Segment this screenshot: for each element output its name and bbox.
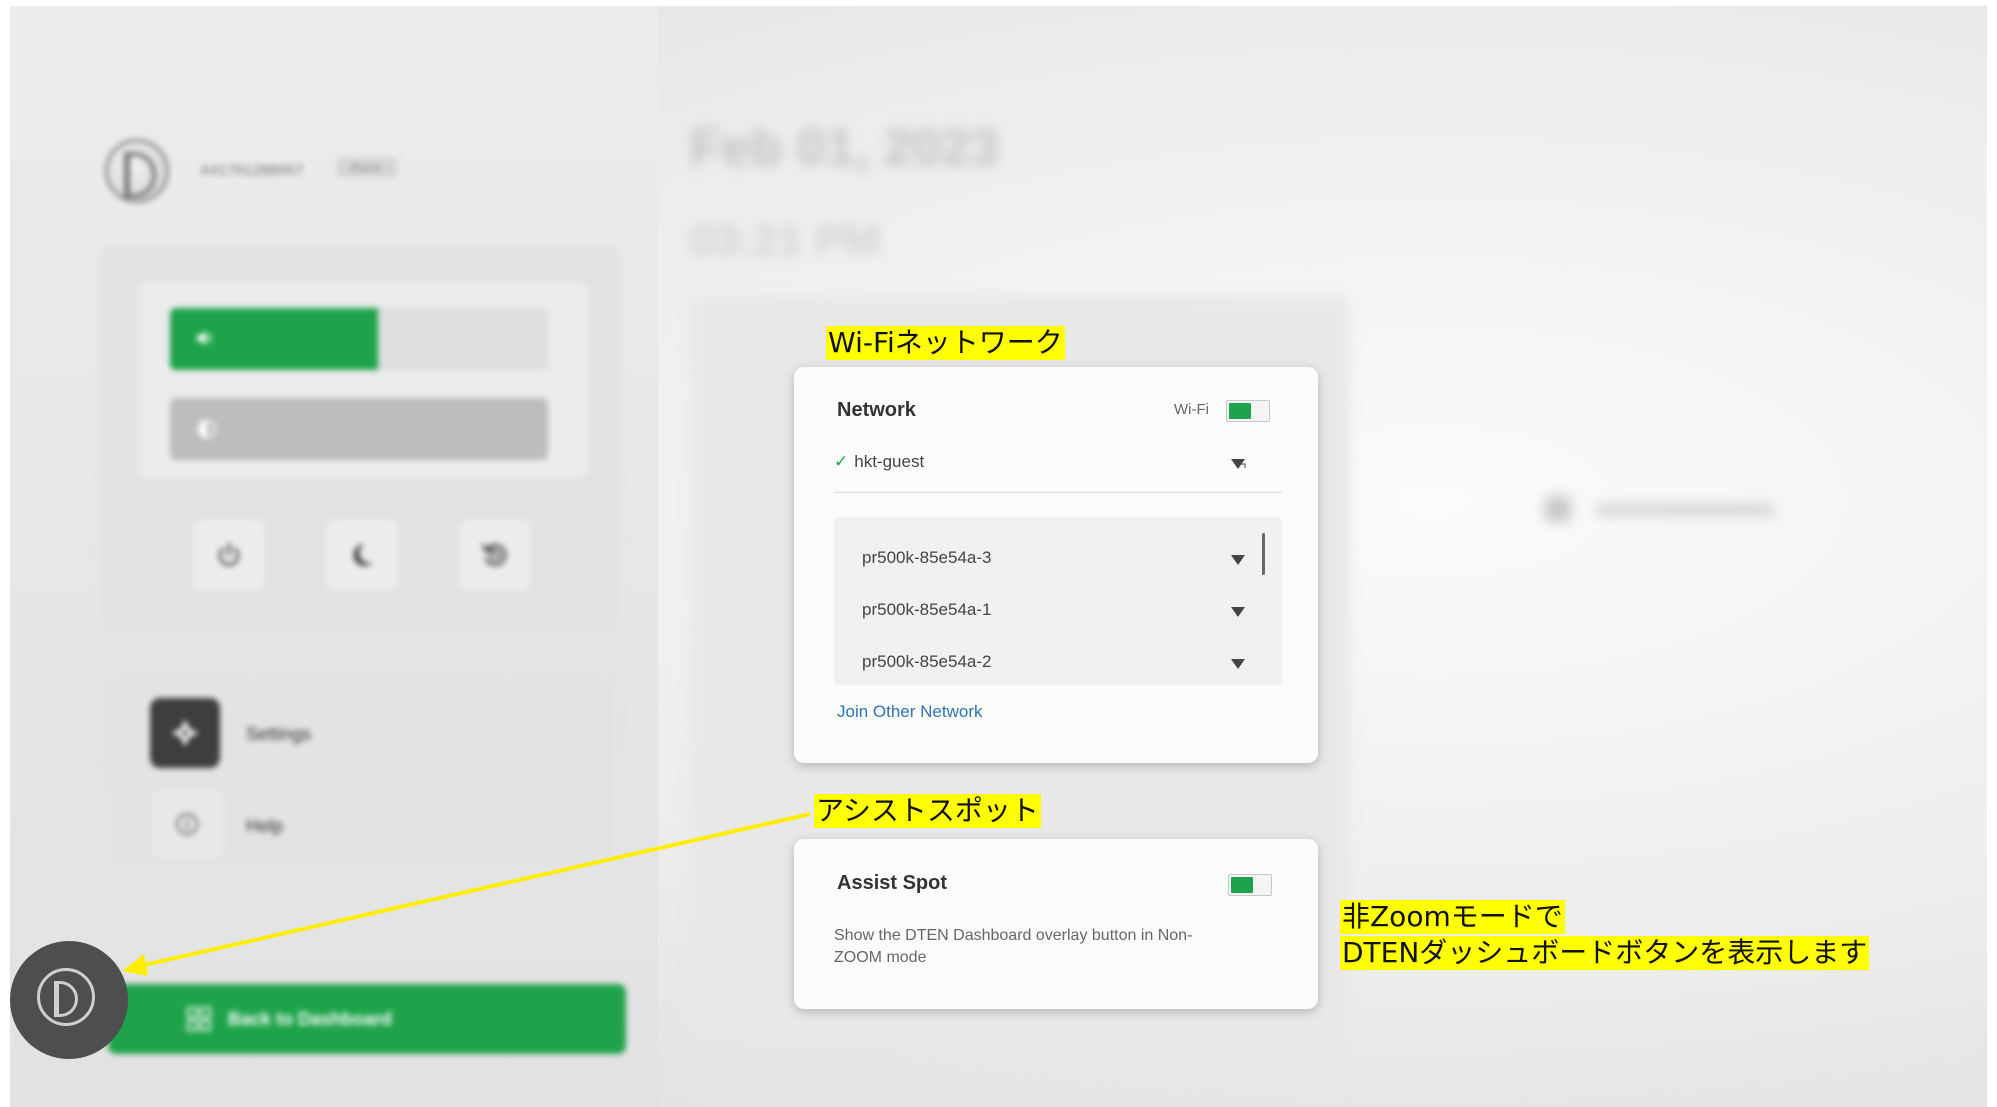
screen: Feb 01, 2023 03:21 PM A4179128B957 Basic — [10, 6, 1987, 1107]
annotation-wifi: Wi-Fiネットワーク — [826, 326, 1065, 360]
annotation-assist: アシストスポット — [814, 794, 1041, 828]
annotation-nonzoom-line2: DTENダッシュボードボタンを表示します — [1340, 936, 1870, 970]
annotation-nonzoom-line1: 非Zoomモードで — [1340, 900, 1565, 934]
